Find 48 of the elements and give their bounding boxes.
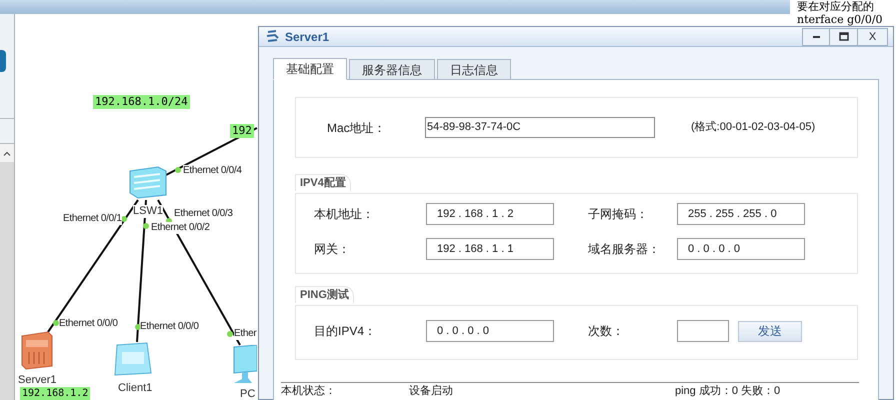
device-label: LSW1 (133, 205, 163, 218)
ip-address-field[interactable]: 0 . 0 . 0 . 0 (426, 320, 554, 342)
switch-icon[interactable] (128, 165, 168, 199)
tab[interactable]: 服务器信息 (349, 59, 435, 80)
port-dot (175, 167, 181, 173)
maximize-button[interactable] (830, 28, 858, 46)
port-dot (143, 223, 149, 229)
subnet-label: 192.168.1.0/24 (93, 95, 190, 109)
device-label: PC (240, 388, 256, 400)
scroll-up-icon[interactable] (3, 150, 11, 156)
ip-address-field[interactable]: 255 . 255 . 255 . 0 (677, 203, 805, 225)
subnet-label: 192 (230, 124, 254, 138)
port-label: Ethernet 0/0/1 (63, 213, 122, 225)
group-title: IPV4配置 (295, 174, 351, 191)
field-label: Mac地址： (327, 120, 387, 136)
port-dot (227, 331, 233, 337)
field-label: 次数： (588, 323, 625, 340)
tab[interactable]: 基础配置 (273, 58, 347, 80)
close-button[interactable]: X (858, 28, 888, 46)
field-label: 子网掩码： (588, 206, 649, 223)
group-title: PING测试 (295, 286, 354, 303)
window-title: Server1 (285, 28, 330, 46)
subnet-label: 192.168.1.2 (20, 387, 90, 400)
ip-address-field[interactable]: 192 . 168 . 1 . 2 (426, 203, 554, 225)
status-value: 设备启动 (409, 384, 454, 399)
server-icon[interactable] (20, 330, 54, 370)
ping-result: ping 成功：0 失败：0 (675, 384, 780, 399)
ip-address-field[interactable]: 0 . 0 . 0 . 0 (677, 238, 805, 260)
port-label: Ether (234, 328, 256, 340)
field-label: 目的IPV4： (314, 323, 378, 340)
minimize-icon (812, 36, 820, 38)
port-label: Ethernet 0/0/2 (151, 222, 210, 234)
field-label: 本机地址： (314, 206, 375, 223)
tab[interactable]: 日志信息 (437, 59, 511, 80)
field-label: 域名服务器： (588, 241, 661, 258)
count-field[interactable] (677, 320, 729, 342)
device-icon[interactable] (0, 50, 6, 72)
field-label: 网关： (314, 241, 351, 258)
maximize-icon (838, 32, 848, 41)
mac-address-field[interactable]: 54-89-98-37-74-0C (425, 117, 655, 138)
minimize-button[interactable] (802, 28, 830, 46)
send-button[interactable]: 发送 (738, 320, 802, 342)
format-hint: (格式:00-01-02-03-04-05) (691, 120, 816, 136)
note-text: 要在对应分配的 (797, 0, 875, 13)
app-icon (266, 30, 279, 44)
ip-address-field[interactable]: 192 . 168 . 1 . 1 (426, 238, 554, 260)
status-label: 本机状态： (281, 384, 337, 399)
port-dot (53, 320, 59, 326)
